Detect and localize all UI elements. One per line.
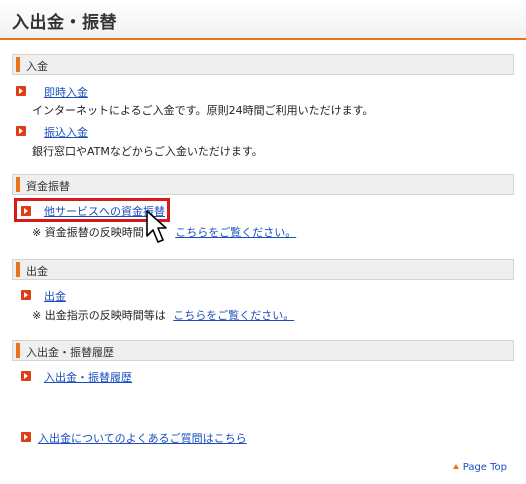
withdrawal-item: 出金: [44, 288, 66, 304]
instant-deposit-link[interactable]: 即時入金: [44, 86, 88, 99]
section-accent-bar: [16, 343, 20, 358]
section-heading-fund-transfer: 資金振替: [12, 174, 514, 195]
page-header: 入出金・振替: [0, 0, 526, 40]
section-heading-label: 入出金・振替履歴: [26, 346, 114, 359]
section-heading-label: 資金振替: [26, 180, 70, 193]
history-link[interactable]: 入出金・振替履歴: [44, 371, 132, 384]
page-top-link[interactable]: Page Top: [452, 462, 507, 473]
withdrawal-note-text: ※ 出金指示の反映時間等は: [32, 309, 166, 322]
page-title: 入出金・振替: [12, 13, 117, 33]
instant-deposit-description: インターネットによるご入金です。原則24時間ご利用いただけます。: [32, 104, 374, 117]
section-heading-withdrawal: 出金: [12, 259, 514, 280]
fund-transfer-note-link[interactable]: こちらをご覧ください。: [175, 226, 296, 239]
arrow-icon: [16, 126, 26, 136]
bank-transfer-deposit-item: 振込入金: [44, 124, 88, 140]
section-heading-deposit: 入金: [12, 54, 514, 75]
section-accent-bar: [16, 177, 20, 192]
arrow-icon: [21, 290, 31, 300]
withdrawal-note: ※ 出金指示の反映時間等は こちらをご覧ください。: [32, 307, 294, 323]
bank-transfer-deposit-link[interactable]: 振込入金: [44, 126, 88, 139]
arrow-icon: [21, 432, 31, 442]
section-heading-label: 入金: [26, 60, 48, 73]
arrow-icon: [16, 86, 26, 96]
section-heading-history: 入出金・振替履歴: [12, 340, 514, 361]
up-arrow-icon: [452, 464, 459, 469]
instant-deposit-item: 即時入金: [44, 84, 88, 100]
mouse-pointer-icon: [146, 210, 167, 243]
withdrawal-link[interactable]: 出金: [44, 290, 66, 303]
section-accent-bar: [16, 57, 20, 72]
faq-link[interactable]: 入出金についてのよくあるご質問はこちら: [38, 432, 247, 445]
fund-transfer-note-text: ※ 資金振替の反映時間: [32, 226, 144, 239]
arrow-icon: [21, 371, 31, 381]
faq-item: 入出金についてのよくあるご質問はこちら: [38, 430, 247, 446]
history-item: 入出金・振替履歴: [44, 369, 132, 385]
section-accent-bar: [16, 262, 20, 277]
section-heading-label: 出金: [26, 265, 48, 278]
page-top-label: Page Top: [462, 462, 507, 473]
bank-transfer-deposit-description: 銀行窓口やATMなどからご入金いただけます。: [32, 145, 263, 158]
withdrawal-note-link[interactable]: こちらをご覧ください。: [173, 309, 294, 322]
